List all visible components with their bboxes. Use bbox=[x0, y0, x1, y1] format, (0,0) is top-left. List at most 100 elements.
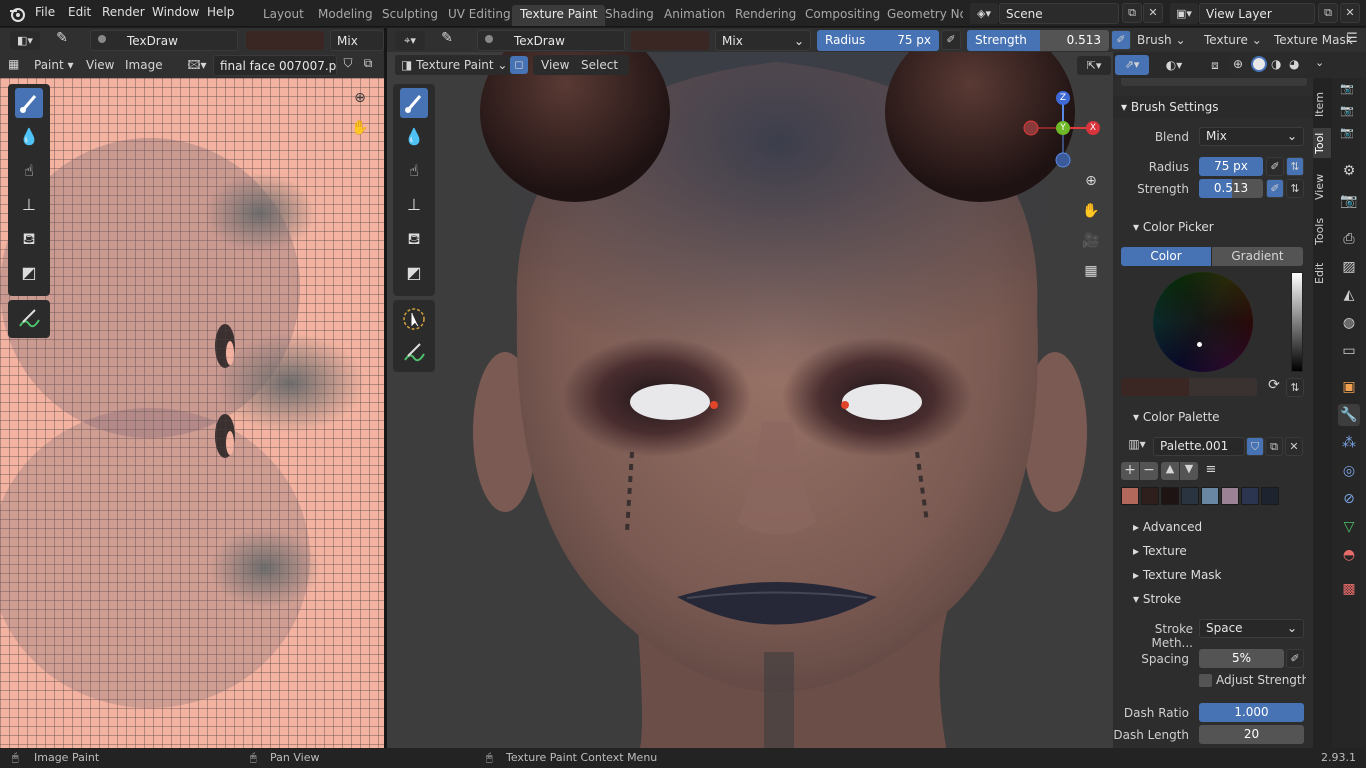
radius-pressure-icon[interactable]: ✐ bbox=[941, 30, 961, 50]
viewport-fill-tool-icon[interactable]: ⛾ bbox=[400, 224, 428, 254]
sidebar-tab-edit[interactable]: Edit bbox=[1313, 258, 1331, 288]
palette-swatch[interactable] bbox=[1181, 487, 1199, 505]
viewport-editor-type-icon[interactable]: ⌖▾ bbox=[395, 31, 425, 50]
viewport-select-tool-icon[interactable] bbox=[400, 304, 428, 334]
palette-swatch[interactable] bbox=[1141, 487, 1159, 505]
workspace-tab-compositing[interactable]: Compositing bbox=[797, 5, 888, 26]
new-view-layer-icon[interactable]: ⧉ bbox=[1318, 3, 1338, 23]
workspace-tab-animation[interactable]: Animation bbox=[656, 5, 733, 26]
viewport-draw-tool-icon[interactable] bbox=[400, 88, 428, 118]
mask-tool-icon[interactable]: ◩ bbox=[15, 258, 43, 288]
spacing-pressure-icon[interactable]: ✐ bbox=[1286, 649, 1304, 668]
viewport-menu-select[interactable]: Select bbox=[581, 58, 618, 72]
perspective-grid-icon[interactable]: ▦ bbox=[1081, 263, 1101, 283]
move-color-up-icon[interactable]: ▲ bbox=[1161, 462, 1179, 480]
image-name-field[interactable]: final face 007007.png bbox=[213, 55, 337, 76]
texture-header[interactable]: ▸ Texture bbox=[1133, 544, 1187, 558]
move-color-down-icon[interactable]: ▼ bbox=[1180, 462, 1198, 480]
viewport-mask-tool-icon[interactable]: ◩ bbox=[400, 258, 428, 288]
gradient-tab[interactable]: Gradient bbox=[1212, 247, 1303, 266]
radius-unified-icon[interactable]: ⇅ bbox=[1286, 157, 1304, 176]
palette-swatch[interactable] bbox=[1201, 487, 1219, 505]
workspace-tab-layout[interactable]: Layout bbox=[255, 5, 312, 26]
solid-shading-icon[interactable] bbox=[1251, 56, 1267, 72]
viewport-smear-tool-icon[interactable]: ☝ bbox=[400, 156, 428, 186]
viewport-options-icon[interactable]: ☰ bbox=[1343, 31, 1361, 49]
palette-fake-user-icon[interactable]: ⛉ bbox=[1246, 437, 1264, 456]
sidebar-tab-tools[interactable]: Tools bbox=[1313, 214, 1331, 248]
workspace-tab-rendering[interactable]: Rendering bbox=[727, 5, 804, 26]
workspace-tab-texture-paint[interactable]: Texture Paint bbox=[512, 5, 606, 26]
gizmo-toggle-icon[interactable]: ⇗▾ bbox=[1115, 55, 1149, 75]
viewport-clone-tool-icon[interactable]: ⊥ bbox=[400, 190, 428, 220]
texture-menu[interactable]: Texture ⌄ bbox=[1204, 33, 1262, 47]
properties-view-layer-icon[interactable]: ▨ bbox=[1338, 256, 1360, 278]
menu-view[interactable]: View bbox=[86, 58, 114, 72]
current-color-bar[interactable] bbox=[1121, 378, 1257, 396]
properties-material-icon[interactable]: ◓ bbox=[1338, 544, 1360, 566]
texture-mask-header[interactable]: ▸ Texture Mask bbox=[1133, 568, 1222, 582]
scene-field[interactable]: Scene bbox=[999, 3, 1119, 24]
palette-swatch[interactable] bbox=[1221, 487, 1239, 505]
workspace-tab-modeling[interactable]: Modeling bbox=[310, 5, 381, 26]
draw-brush-tool-icon[interactable] bbox=[15, 88, 43, 118]
editor-type-icon[interactable]: ◧▾ bbox=[10, 31, 40, 50]
shading-options-icon[interactable]: ⌄ bbox=[1315, 56, 1324, 69]
paint-mask-toggle-icon[interactable]: ◻ bbox=[510, 56, 528, 74]
properties-modifier-wrench-icon[interactable]: 🔧 bbox=[1338, 404, 1360, 426]
gizmo-z-axis[interactable]: Z bbox=[1056, 91, 1070, 105]
annotate-tool-icon[interactable] bbox=[15, 304, 43, 334]
delete-scene-icon[interactable]: ✕ bbox=[1143, 3, 1163, 23]
sidebar-tab-item[interactable]: Item bbox=[1313, 86, 1331, 122]
view-layer-field[interactable]: View Layer bbox=[1199, 3, 1315, 24]
palette-swatch[interactable] bbox=[1121, 487, 1139, 505]
palette-browse-icon[interactable]: ▥▾ bbox=[1121, 437, 1153, 456]
color-palette-header[interactable]: ▾ Color Palette bbox=[1133, 410, 1220, 424]
zoom-icon[interactable]: ⊕ bbox=[350, 90, 370, 110]
advanced-header[interactable]: ▸ Advanced bbox=[1133, 520, 1202, 534]
spacing-slider[interactable]: 5% bbox=[1199, 649, 1284, 668]
properties-scene-icon[interactable]: ◭ bbox=[1338, 284, 1360, 306]
value-slider[interactable] bbox=[1291, 272, 1303, 372]
brush-menu[interactable]: Brush ⌄ bbox=[1137, 33, 1186, 47]
properties-output-icon[interactable]: ⎙ bbox=[1338, 228, 1360, 250]
swap-colors-icon[interactable]: ⟳ bbox=[1265, 377, 1283, 397]
paint-mode-dropdown[interactable]: Paint ▾ bbox=[34, 58, 74, 72]
camera-icon[interactable]: 📷 bbox=[1340, 126, 1354, 139]
viewport-blend-dropdown[interactable]: Mix ⌄ bbox=[715, 30, 811, 51]
workspace-tab-sculpting[interactable]: Sculpting bbox=[374, 5, 446, 26]
brush-name-field[interactable]: TexDraw bbox=[90, 30, 238, 51]
strength-pen-icon[interactable]: ✐ bbox=[1266, 179, 1284, 198]
radius-pen-icon[interactable]: ✐ bbox=[1266, 157, 1284, 176]
color-wheel-cursor[interactable] bbox=[1197, 342, 1202, 347]
adjust-strength-checkbox[interactable] bbox=[1199, 674, 1212, 687]
brush-settings-header[interactable]: ▾ Brush Settings bbox=[1113, 96, 1313, 118]
brush-color-swatch[interactable] bbox=[246, 31, 324, 50]
uv-image-canvas[interactable] bbox=[0, 78, 384, 748]
viewport-strength-slider[interactable]: Strength 0.513 bbox=[967, 30, 1109, 51]
viewport-pan-hand-icon[interactable]: ✋ bbox=[1081, 203, 1101, 223]
properties-constraints-icon[interactable]: ⊘ bbox=[1338, 488, 1360, 510]
palette-swatch[interactable] bbox=[1241, 487, 1259, 505]
material-shading-icon[interactable]: ◑ bbox=[1271, 57, 1281, 71]
color-tab[interactable]: Color bbox=[1121, 247, 1211, 266]
viewport-brush-color-swatch[interactable] bbox=[631, 31, 709, 50]
smear-tool-icon[interactable]: ☝ bbox=[15, 156, 43, 186]
blend-dropdown[interactable]: Mix ⌄ bbox=[1199, 127, 1304, 146]
rendered-shading-icon[interactable]: ◕ bbox=[1289, 57, 1299, 71]
soften-tool-icon[interactable]: 💧 bbox=[15, 122, 43, 152]
new-image-icon[interactable]: ⧉ bbox=[359, 56, 377, 74]
palette-name-field[interactable]: Palette.001 bbox=[1153, 437, 1245, 456]
properties-collection-icon[interactable]: ▭ bbox=[1338, 340, 1360, 362]
menu-image[interactable]: Image bbox=[125, 58, 163, 72]
viewport-annotate-tool-icon[interactable] bbox=[400, 338, 428, 368]
sidebar-tab-view[interactable]: View bbox=[1313, 170, 1331, 204]
properties-world-icon[interactable]: ◍ bbox=[1338, 312, 1360, 334]
menu-edit[interactable]: Edit bbox=[68, 5, 91, 19]
workspace-tab-uv-editing[interactable]: UV Editing bbox=[440, 5, 519, 26]
properties-particles-icon[interactable]: ⁂ bbox=[1338, 432, 1360, 454]
image-browse-icon[interactable]: 🖾▾ bbox=[183, 56, 211, 75]
new-scene-icon[interactable]: ⧉ bbox=[1122, 3, 1142, 23]
gizmo-x-axis[interactable]: X bbox=[1086, 121, 1100, 135]
viewport-canvas[interactable]: Z X Y ⊕ ✋ 🎥 ▦ bbox=[387, 52, 1113, 748]
